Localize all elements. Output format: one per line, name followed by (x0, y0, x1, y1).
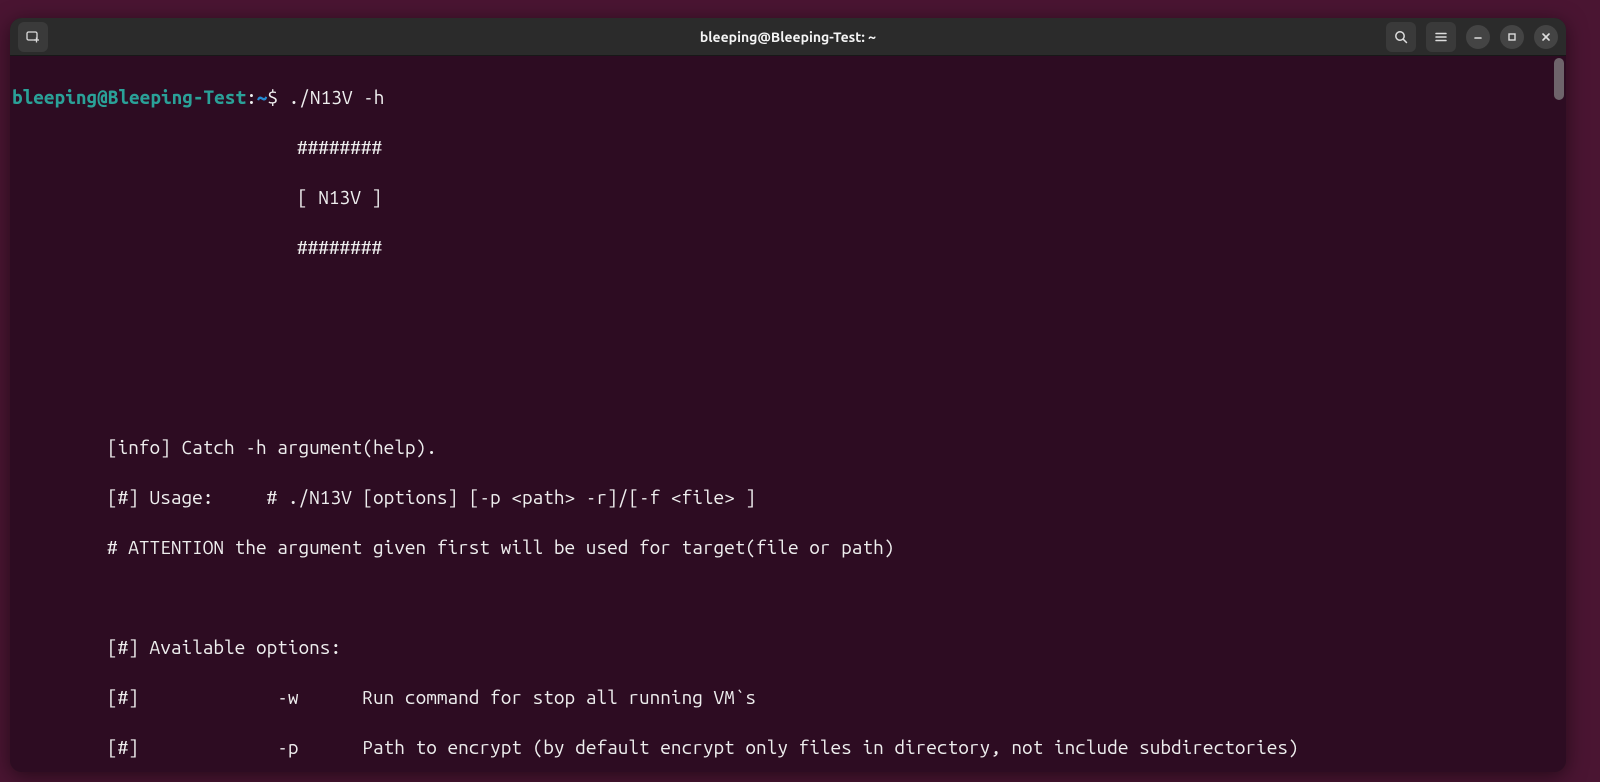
help-usage-line: [#] Usage: # ./N13V [options] [-p <path>… (12, 485, 756, 510)
new-tab-button[interactable] (18, 22, 48, 52)
help-options-header: [#] Available options: (12, 635, 341, 660)
help-attention-line: # ATTENTION the argument given first wil… (12, 535, 894, 560)
maximize-icon (1506, 31, 1518, 43)
opt-flag: [#] -w (107, 686, 362, 708)
new-tab-icon (25, 29, 41, 45)
prompt-path: ~ (257, 86, 268, 108)
prompt-user-host: bleeping@Bleeping-Test (12, 86, 246, 108)
titlebar-right (1386, 22, 1566, 52)
banner-line-2: [ N13V ] (12, 185, 382, 210)
minimize-icon (1472, 31, 1484, 43)
hamburger-icon (1433, 29, 1449, 45)
maximize-button[interactable] (1500, 25, 1524, 49)
vertical-scrollbar[interactable] (1554, 58, 1564, 100)
prompt-separator: : (246, 86, 257, 108)
terminal-body[interactable]: bleeping@Bleeping-Test:~$ ./N13V -h ####… (10, 56, 1566, 772)
prompt-line-1: bleeping@Bleeping-Test:~$ ./N13V -h (12, 85, 1564, 110)
menu-button[interactable] (1426, 22, 1456, 52)
close-icon (1540, 31, 1552, 43)
opt-desc: Path to encrypt (by default encrypt only… (362, 736, 1298, 758)
close-button[interactable] (1534, 25, 1558, 49)
titlebar-left (10, 22, 48, 52)
terminal-window: bleeping@Bleeping-Test: ~ (10, 18, 1566, 772)
titlebar: bleeping@Bleeping-Test: ~ (10, 18, 1566, 56)
minimize-button[interactable] (1466, 25, 1490, 49)
search-button[interactable] (1386, 22, 1416, 52)
help-info-line: [info] Catch -h argument(help). (12, 435, 437, 460)
banner-line-1: ######## (12, 135, 382, 160)
opt-flag: [#] -p (107, 736, 362, 758)
terminal-output: bleeping@Bleeping-Test:~$ ./N13V -h ####… (12, 60, 1564, 772)
entered-command: ./N13V -h (289, 86, 385, 108)
prompt-symbol: $ (267, 86, 278, 108)
window-title: bleeping@Bleeping-Test: ~ (10, 29, 1566, 45)
opt-desc: Run command for stop all running VM`s (362, 686, 756, 708)
search-icon (1393, 29, 1409, 45)
opt-row: [#] -p Path to encrypt (by default encry… (12, 735, 1299, 760)
banner-line-3: ######## (12, 235, 382, 260)
opt-row: [#] -w Run command for stop all running … (12, 685, 756, 710)
